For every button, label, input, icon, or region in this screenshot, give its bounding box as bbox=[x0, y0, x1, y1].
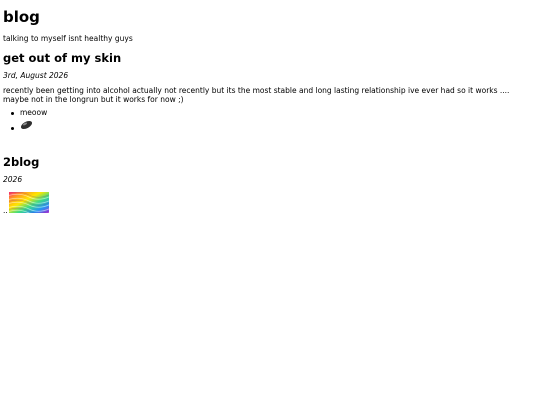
post-date: 3rd, August 2026 bbox=[3, 71, 69, 80]
list-item-text: meoow bbox=[20, 108, 48, 117]
post-body: recently been getting into alcohol actua… bbox=[3, 86, 510, 104]
post-date: 2026 bbox=[3, 175, 23, 184]
rainbow-stripes-image bbox=[9, 192, 49, 213]
pill-icon bbox=[20, 121, 33, 129]
post-title: get out of my skin bbox=[3, 51, 122, 65]
site-title: blog bbox=[3, 8, 40, 26]
site-tagline: talking to myself isnt healthy guys bbox=[3, 34, 133, 43]
list-item bbox=[0, 118, 47, 132]
post-list: meoow bbox=[0, 108, 47, 132]
image-caption: .. bbox=[3, 206, 8, 215]
post-title: 2blog bbox=[3, 155, 40, 169]
list-item: meoow bbox=[0, 108, 47, 118]
blog-page: blog talking to myself isnt healthy guys… bbox=[0, 0, 540, 405]
